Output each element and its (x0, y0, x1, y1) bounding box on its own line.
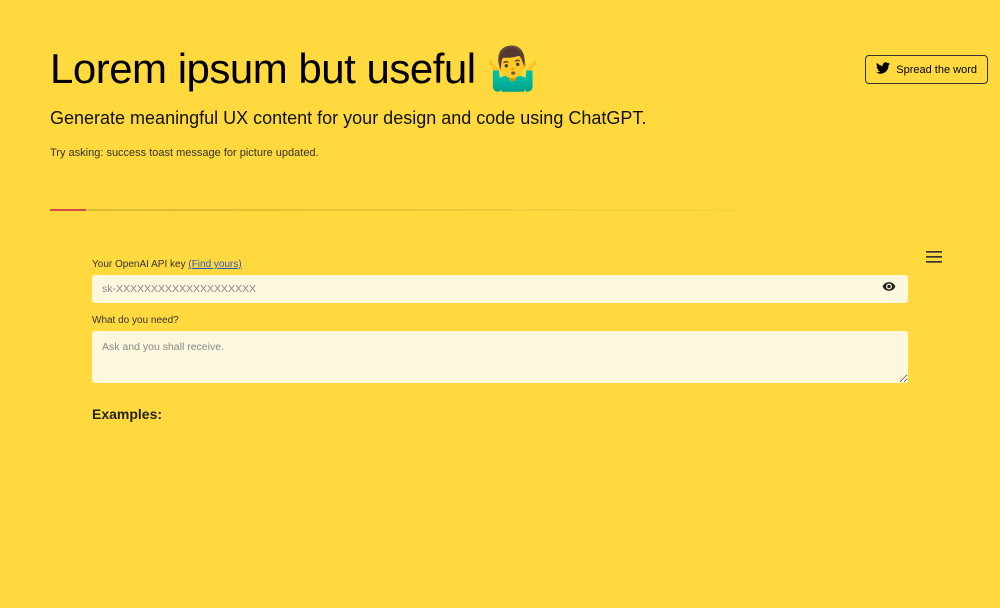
hamburger-menu-icon[interactable] (926, 250, 942, 268)
api-key-label-text: Your OpenAI API key (92, 259, 188, 270)
twitter-icon (876, 61, 890, 78)
find-yours-link[interactable]: (Find yours) (188, 259, 241, 270)
spread-word-button[interactable]: Spread the word (865, 55, 988, 84)
spread-word-label: Spread the word (896, 64, 977, 76)
api-key-input[interactable] (92, 275, 908, 303)
need-label: What do you need? (92, 315, 908, 326)
try-asking-hint: Try asking: success toast message for pi… (50, 147, 950, 159)
page-subtitle: Generate meaningful UX content for your … (50, 108, 950, 129)
api-key-label: Your OpenAI API key (Find yours) (92, 259, 908, 270)
eye-icon[interactable] (882, 280, 896, 299)
section-divider (50, 209, 950, 211)
examples-heading: Examples: (92, 406, 908, 422)
page-title: Lorem ipsum but useful 🤷‍♂️ (50, 45, 950, 94)
need-input[interactable] (92, 331, 908, 383)
